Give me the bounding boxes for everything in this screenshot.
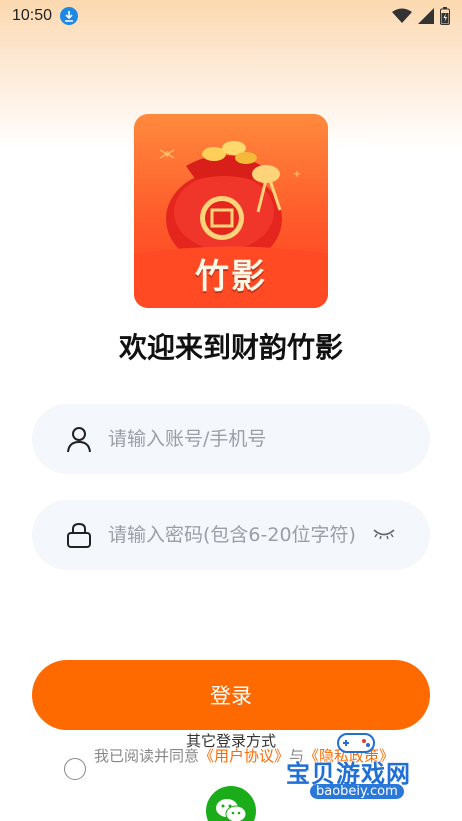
- agreement-prefix: 我已阅读并同意: [94, 747, 200, 765]
- user-icon: [64, 424, 94, 454]
- signal-icon: [418, 8, 434, 24]
- account-field[interactable]: [32, 404, 430, 474]
- wifi-icon: [392, 8, 412, 23]
- watermark-domain: baobeiy.com: [310, 784, 404, 799]
- status-bar: 10:50: [0, 0, 462, 32]
- download-icon: [60, 7, 79, 25]
- app-logo: 竹影: [134, 114, 328, 308]
- wechat-login-button[interactable]: [206, 786, 256, 821]
- password-field[interactable]: [32, 500, 430, 570]
- status-time: 10:50: [12, 7, 53, 24]
- login-button[interactable]: 登录: [32, 660, 430, 730]
- lock-icon: [64, 520, 94, 550]
- logo-text: 竹影: [195, 257, 267, 297]
- welcome-title: 欢迎来到财韵竹影: [118, 331, 343, 364]
- gamepad-icon: [337, 733, 375, 753]
- site-watermark: 宝贝游戏网 baobeiy.com: [286, 730, 436, 810]
- wechat-icon: [216, 799, 247, 821]
- user-agreement-link[interactable]: 《用户协议》: [199, 747, 289, 765]
- eye-closed-icon[interactable]: [372, 526, 396, 546]
- password-input[interactable]: [108, 524, 368, 546]
- agreement-checkbox[interactable]: [64, 758, 86, 780]
- account-input[interactable]: [108, 428, 368, 450]
- status-icons: [392, 7, 450, 25]
- battery-icon: [440, 7, 450, 25]
